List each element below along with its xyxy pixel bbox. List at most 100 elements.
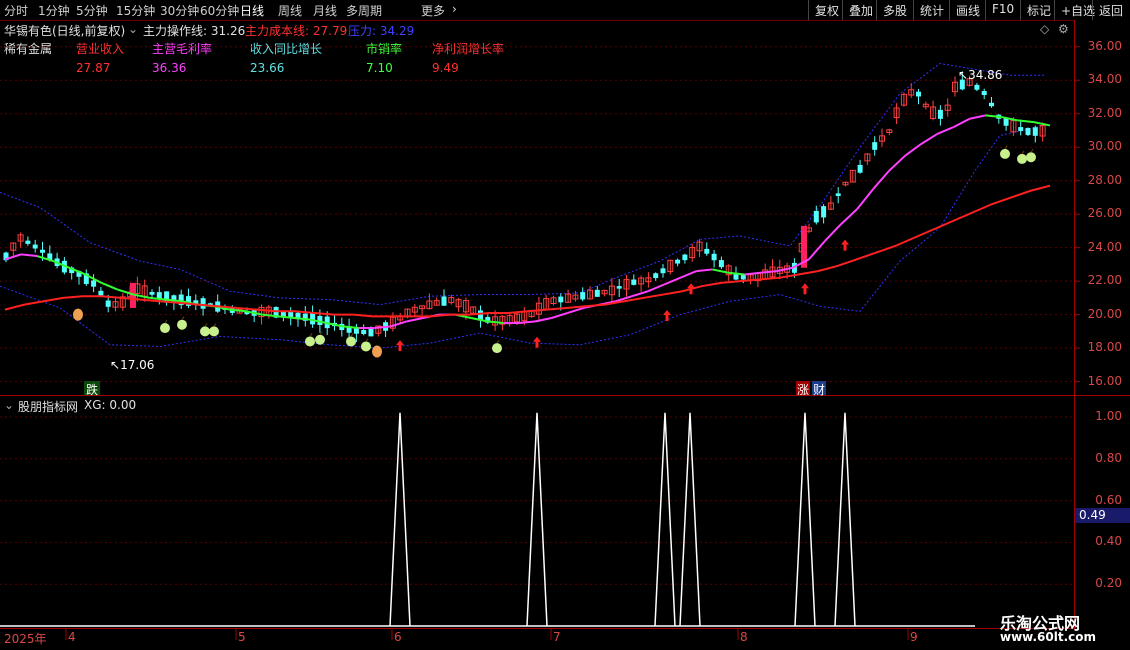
time-label: 7 (553, 630, 561, 644)
upper-band (0, 62, 1045, 306)
main-line-seg (969, 114, 986, 120)
candle-body (1018, 127, 1024, 131)
candle-body (310, 312, 316, 325)
main-line-seg (20, 253, 38, 258)
time-label: 9 (910, 630, 918, 644)
chart-canvas (0, 20, 1130, 640)
sub-chart-value: XG: 0.00 (84, 398, 137, 412)
main-line-seg (840, 208, 858, 225)
buy-arrow-icon (663, 310, 671, 321)
main-line-seg (567, 306, 585, 314)
apple-stem (164, 319, 168, 324)
apple-icon (200, 326, 210, 337)
sub-chart-title: 股朋指标网 (18, 400, 79, 414)
main-line-seg (101, 281, 118, 291)
candle-body (580, 292, 586, 300)
apple-icon (1017, 153, 1027, 164)
main-line-seg (904, 143, 922, 157)
candle-body (974, 84, 980, 90)
low-price-value: 17.06 (120, 358, 155, 372)
apple-stem (181, 316, 185, 320)
candle-body (1025, 127, 1031, 135)
signal-spike (526, 412, 548, 627)
main-line-seg (856, 188, 874, 210)
candle-body (813, 210, 819, 223)
time-label: 6 (394, 630, 402, 644)
buy-arrow-icon (801, 283, 809, 295)
candle-body (156, 292, 162, 299)
main-line-seg (551, 312, 568, 319)
candle-body (981, 90, 987, 96)
candle-body (361, 330, 367, 334)
candle-body (718, 260, 724, 268)
time-label: 2025年 (4, 632, 47, 646)
apple-icon (305, 336, 315, 347)
candle-body (200, 298, 206, 309)
apple-stem (1030, 148, 1034, 153)
main-line-seg (696, 268, 713, 273)
buy-arrow-icon (533, 336, 541, 348)
signal-cai: 财 (812, 381, 826, 397)
main-line-seg (294, 317, 311, 321)
signal-spike (834, 412, 856, 627)
buy-arrow-icon (841, 239, 849, 251)
apple-icon (1026, 152, 1036, 163)
candle-body (631, 279, 637, 285)
hand-icon (372, 345, 382, 358)
candle-body (1003, 118, 1009, 126)
candle-body (40, 249, 45, 253)
main-line-seg (937, 126, 954, 135)
main-line-seg (149, 296, 166, 301)
watermark-url: www.60lt.com (1000, 630, 1097, 644)
time-label: 5 (238, 630, 246, 644)
candle-body (916, 91, 921, 97)
apple-icon (160, 323, 170, 334)
apple-stem (350, 333, 354, 337)
high-price-value: 34.86 (968, 68, 1003, 82)
apple-icon (361, 341, 371, 352)
candle-body (441, 296, 447, 306)
candle-body (368, 328, 374, 337)
apple-stem (213, 323, 217, 327)
apple-stem (496, 339, 500, 344)
candle-body (872, 142, 878, 150)
sub-collapse-icon[interactable]: ⌄ (4, 398, 14, 412)
main-line-seg (535, 317, 552, 323)
candle-body (989, 102, 994, 107)
candle-body (682, 254, 688, 261)
main-line-seg (647, 283, 665, 293)
main-line-seg (631, 290, 649, 298)
candle-body (821, 206, 827, 218)
apple-stem (1021, 150, 1025, 155)
main-line-seg (808, 240, 826, 261)
signal-rise: 涨 (796, 381, 810, 397)
main-line-seg (374, 325, 391, 330)
candle-body (937, 109, 943, 119)
candle-body (653, 273, 659, 279)
candle-body (25, 240, 31, 244)
signal-spike (794, 412, 816, 627)
main-line-seg (406, 317, 424, 323)
apple-stem (309, 333, 313, 337)
signal-fall: 跌 (84, 381, 100, 397)
candle-body (594, 289, 600, 297)
apple-icon (209, 326, 219, 337)
candle-body (835, 193, 841, 196)
candle-body (660, 268, 666, 274)
main-line-seg (1033, 121, 1051, 127)
candle-body (675, 259, 681, 264)
candle-body (91, 280, 97, 287)
candle-body (32, 244, 38, 249)
signal-spike (679, 412, 701, 627)
signal-spike (654, 412, 676, 627)
apple-icon (346, 336, 356, 347)
apple-icon (315, 334, 325, 345)
signal-spike (389, 412, 411, 627)
apple-icon (1000, 148, 1010, 159)
main-line-seg (679, 270, 697, 279)
candle-body (857, 164, 863, 173)
main-line-seg (920, 132, 938, 145)
candle-body (105, 300, 111, 307)
candle-body (98, 290, 104, 296)
candle-body (149, 292, 155, 295)
